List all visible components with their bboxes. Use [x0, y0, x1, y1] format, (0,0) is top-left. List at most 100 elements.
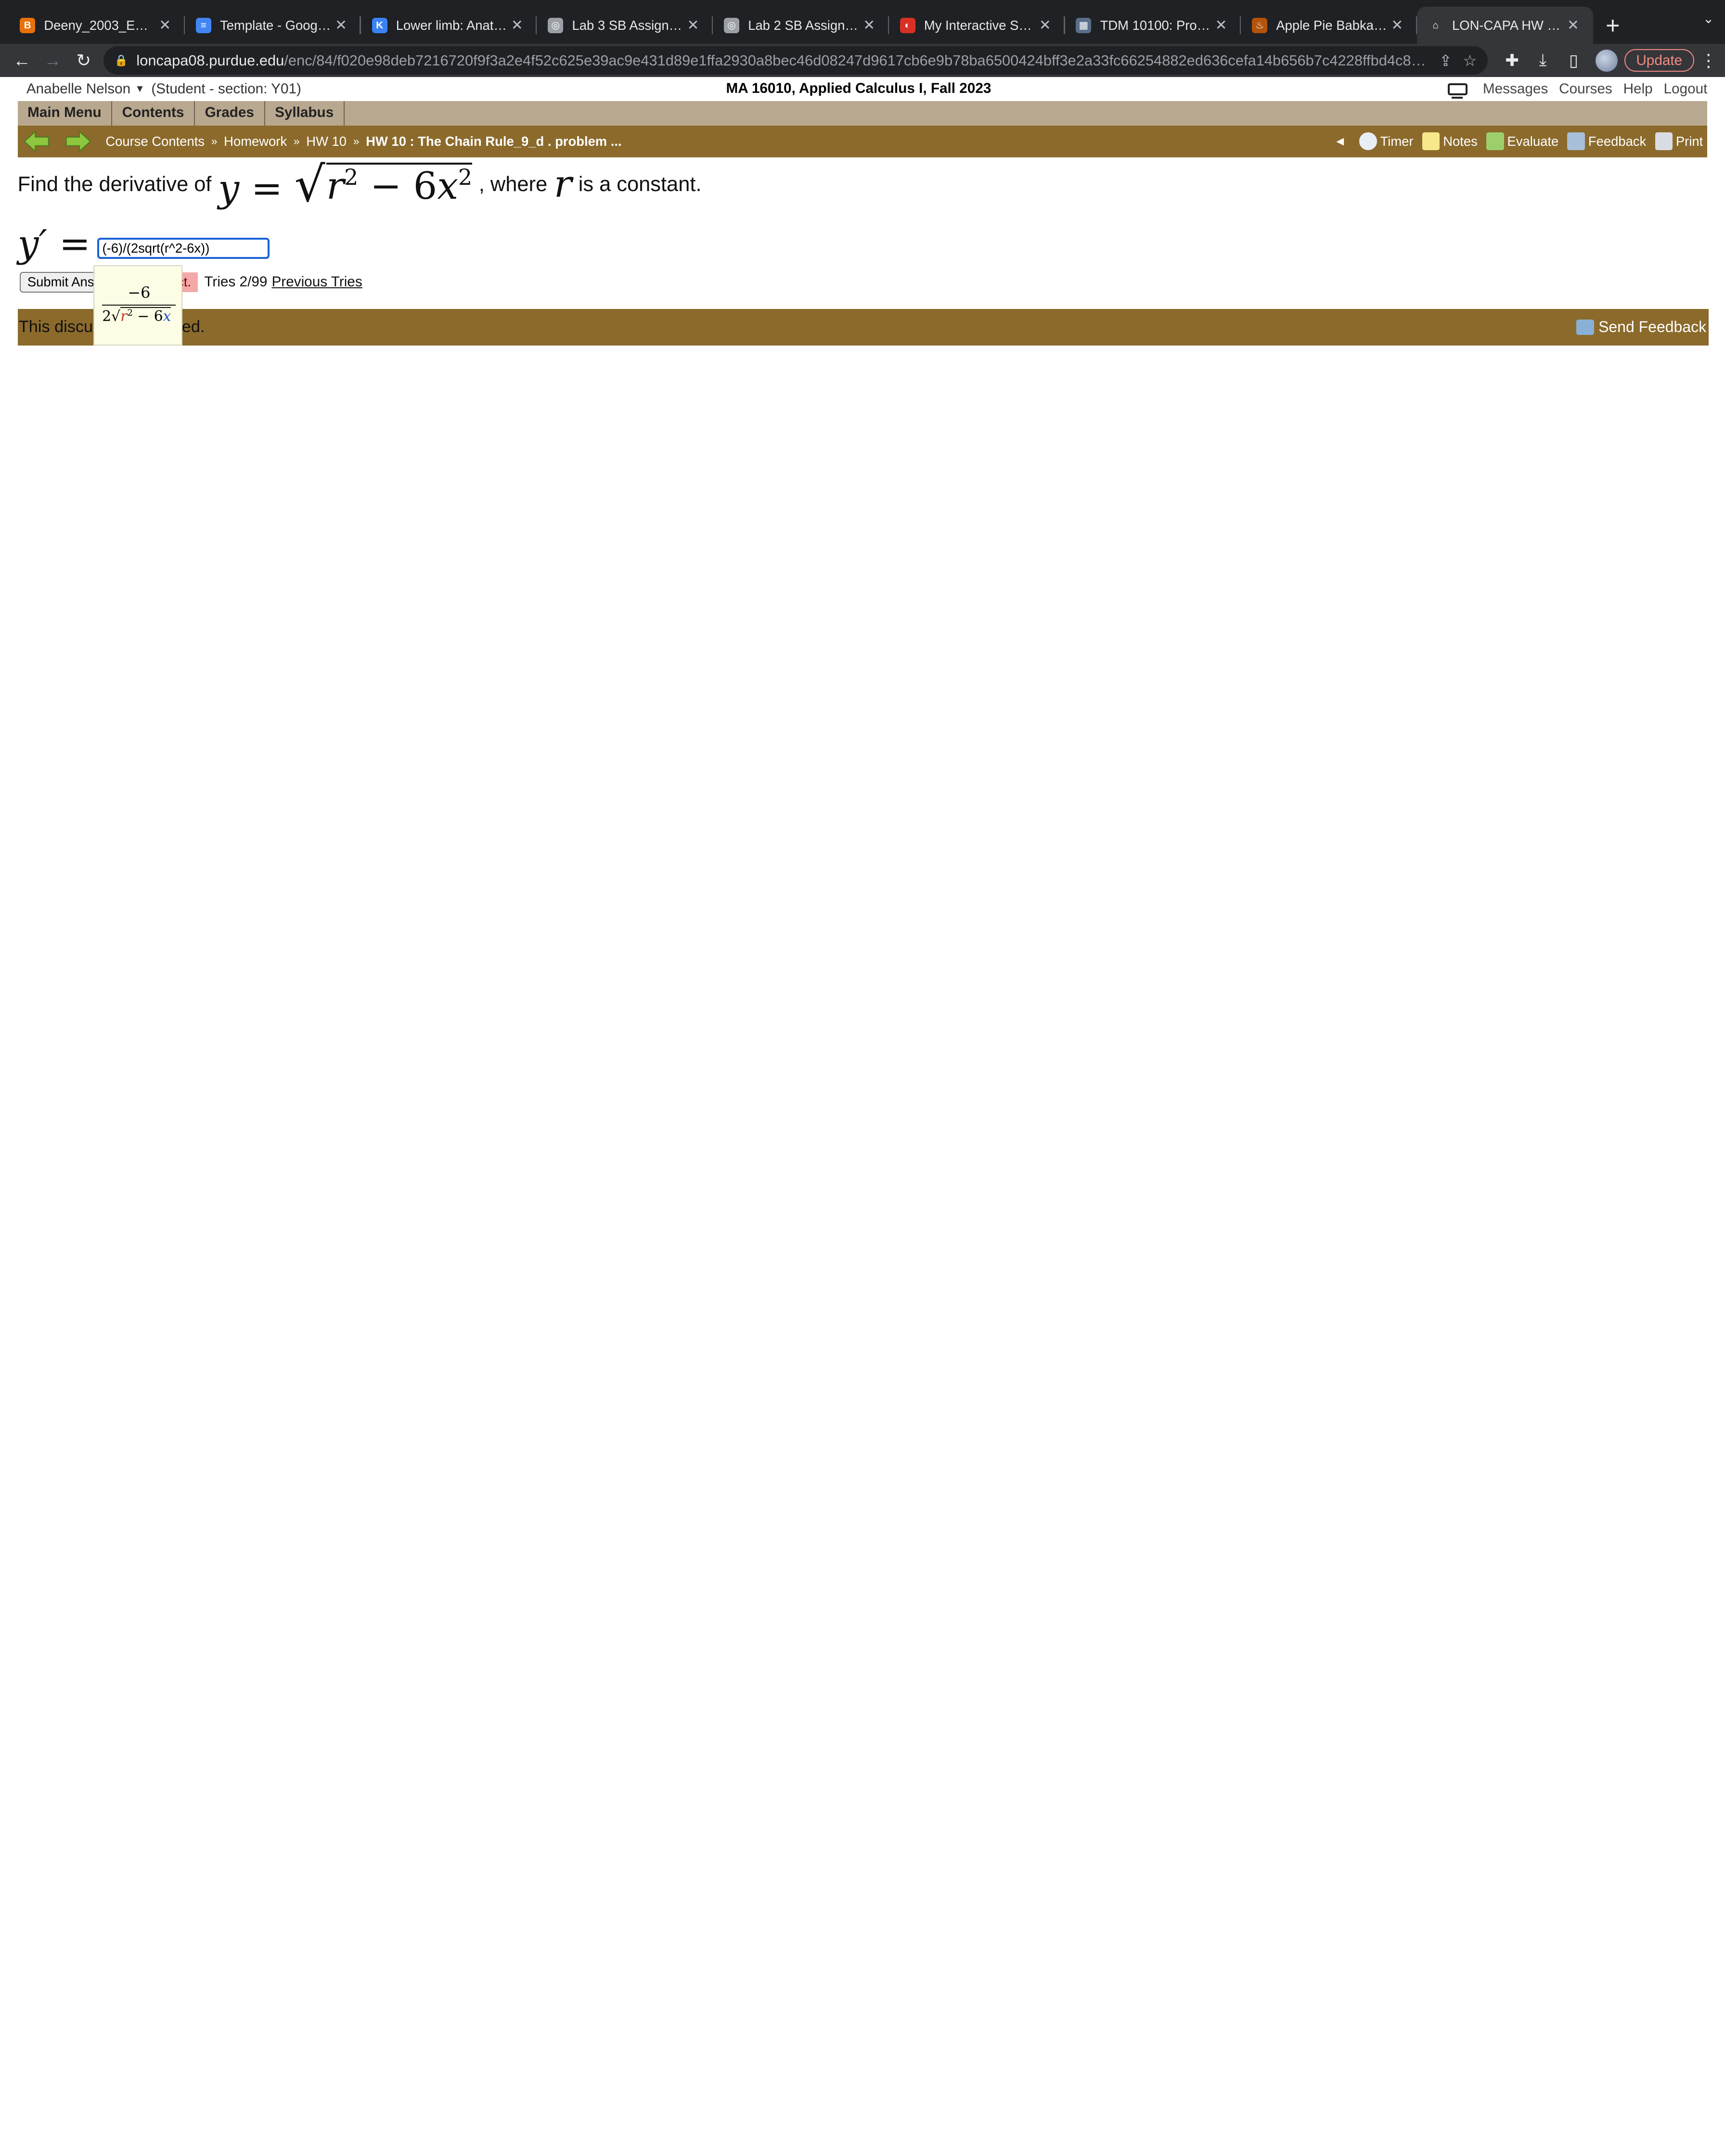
browser-tab[interactable]: ◎ Lab 2 SB Assignment✕: [713, 7, 889, 44]
browser-tab[interactable]: ≡ Template - Google Docs✕: [185, 7, 361, 44]
reload-icon[interactable]: ↻: [68, 50, 99, 71]
answer-line: y′ =: [18, 222, 270, 266]
browser-tab[interactable]: ⌂ LON-CAPA HW 10:The✕: [1416, 6, 1593, 44]
preview-fraction-bar: [102, 304, 176, 306]
tool-notes[interactable]: Notes: [1422, 132, 1478, 150]
profile-avatar[interactable]: [1596, 49, 1618, 72]
side-panel-icon[interactable]: ▯: [1558, 51, 1589, 70]
crumb-hw10[interactable]: HW 10: [306, 134, 347, 149]
chevron-right-icon: »: [293, 135, 300, 148]
close-tab-icon[interactable]: ✕: [508, 17, 526, 34]
messages-link[interactable]: Messages: [1483, 81, 1548, 97]
tab-favicon-icon: ◎: [723, 17, 739, 33]
tool-feedback-label: Feedback: [1588, 133, 1647, 149]
next-arrow-icon[interactable]: [64, 130, 92, 153]
menu-main-menu[interactable]: Main Menu: [18, 101, 113, 126]
close-tab-icon[interactable]: ✕: [1036, 17, 1054, 34]
problem-statement: Find the derivative of y = √ r2 − 6x2 , w…: [18, 156, 702, 213]
breadcrumb: Course Contents » Homework » HW 10 » HW …: [105, 134, 621, 149]
menu-contents[interactable]: Contents: [112, 101, 195, 126]
tab-title: LON-CAPA HW 10:The: [1452, 17, 1565, 33]
tab-title: Apple Pie Babka Recipe: [1276, 17, 1388, 33]
crumb-course-contents[interactable]: Course Contents: [105, 134, 205, 149]
breadcrumb-bar: Course Contents » Homework » HW 10 » HW …: [17, 125, 1708, 157]
browser-tab[interactable]: ♨ Apple Pie Babka Recipe✕: [1241, 7, 1417, 44]
tool-feedback[interactable]: Feedback: [1567, 132, 1646, 150]
evaluate-icon: [1486, 132, 1504, 150]
variable-r: r: [554, 163, 572, 206]
resource-tools: ◀ Timer Notes Evaluate Feedback Print: [1336, 132, 1707, 150]
lock-icon[interactable]: 🔒: [115, 54, 128, 67]
feedback-icon: [1567, 132, 1585, 150]
more-menu-icon[interactable]: ⋮: [1699, 50, 1718, 71]
previous-tries-link[interactable]: Previous Tries: [272, 274, 362, 290]
download-icon[interactable]: ⤓: [1527, 51, 1558, 70]
collapse-left-icon[interactable]: ◀: [1336, 135, 1344, 147]
notepad-icon: [1422, 132, 1440, 150]
back-icon[interactable]: ←: [7, 51, 38, 71]
send-feedback-link[interactable]: Send Feedback: [1576, 318, 1708, 336]
user-bar: Anabelle Nelson ▼ (Student - section: Y0…: [0, 77, 1725, 101]
close-tab-icon[interactable]: ✕: [1564, 17, 1582, 34]
menu-syllabus[interactable]: Syllabus: [265, 101, 345, 126]
logout-link[interactable]: Logout: [1664, 81, 1708, 97]
chevron-right-icon: »: [353, 135, 360, 148]
close-tab-icon[interactable]: ✕: [860, 17, 878, 34]
forward-icon[interactable]: →: [38, 51, 68, 71]
new-tab-button[interactable]: +: [1593, 7, 1633, 44]
tab-search-icon[interactable]: ⌄: [1703, 11, 1714, 26]
tab-favicon-icon: ⌂: [1428, 17, 1443, 33]
tool-evaluate[interactable]: Evaluate: [1486, 132, 1558, 150]
help-link[interactable]: Help: [1623, 81, 1653, 97]
browser-tab[interactable]: ◎ Lab 3 SB Assignment✕: [537, 7, 713, 44]
address-bar[interactable]: 🔒 loncapa08.purdue.edu /enc/84/f020e98de…: [103, 46, 1488, 75]
preview-den-coef: 2: [102, 308, 112, 325]
url-path: /enc/84/f020e98deb7216720f9f3a2e4f52c625…: [284, 51, 1429, 69]
browser-tab[interactable]: ▦ TDM 10100: Project 4✕: [1065, 7, 1241, 44]
tab-title: Deeny_2003_EEGcoh: [44, 17, 156, 33]
printer-icon: [1655, 132, 1673, 150]
share-icon[interactable]: ⇪: [1439, 51, 1452, 70]
browser-tab[interactable]: K Lower limb: Anatomy ✕: [361, 7, 537, 44]
monitor-icon[interactable]: [1447, 83, 1468, 99]
prompt-start: Find the derivative of: [17, 172, 212, 196]
send-feedback-icon: [1576, 319, 1594, 335]
preview-x: x: [163, 308, 171, 325]
tool-timer[interactable]: Timer: [1359, 132, 1414, 150]
submission-row: Submit Answer Incorrect. Tries 2/99 Prev…: [20, 271, 362, 293]
send-feedback-label: Send Feedback: [1598, 318, 1707, 336]
tab-favicon-icon: ◎: [548, 17, 564, 33]
close-tab-icon[interactable]: ✕: [156, 17, 174, 34]
courses-link[interactable]: Courses: [1559, 81, 1612, 97]
tab-title: TDM 10100: Project 4: [1100, 17, 1212, 33]
tool-print-label: Print: [1675, 133, 1703, 149]
close-tab-icon[interactable]: ✕: [1212, 17, 1230, 34]
browser-tab[interactable]: B Deeny_2003_EEGcoh✕: [9, 7, 185, 44]
user-menu-caret-icon[interactable]: ▼: [135, 83, 144, 95]
extensions-icon[interactable]: ✚: [1496, 51, 1527, 70]
bookmark-star-icon[interactable]: ☆: [1463, 51, 1477, 70]
user-name[interactable]: Anabelle Nelson: [26, 81, 130, 97]
tab-list: BDeeny_2003_EEGcoh✕≡Template - Google Do…: [9, 6, 1593, 44]
answer-input[interactable]: [97, 238, 270, 259]
browser-tab[interactable]: ◐ My Interactive Session✕: [889, 7, 1065, 44]
chevron-right-icon: »: [211, 135, 218, 148]
menu-grades[interactable]: Grades: [195, 101, 265, 126]
update-button[interactable]: Update: [1624, 49, 1694, 72]
tab-favicon-icon: B: [20, 17, 36, 33]
close-tab-icon[interactable]: ✕: [1389, 17, 1406, 34]
close-tab-icon[interactable]: ✕: [684, 17, 702, 34]
crumb-homework[interactable]: Homework: [224, 134, 287, 149]
close-tab-icon[interactable]: ✕: [332, 17, 350, 34]
top-links: Messages Courses Help Logout: [1447, 81, 1708, 99]
browser-tab-strip: BDeeny_2003_EEGcoh✕≡Template - Google Do…: [0, 0, 1725, 44]
tab-title: Lab 2 SB Assignment: [748, 17, 860, 33]
tool-evaluate-label: Evaluate: [1507, 133, 1559, 149]
tool-print[interactable]: Print: [1655, 132, 1703, 150]
browser-toolbar: ← → ↻ 🔒 loncapa08.purdue.edu /enc/84/f02…: [0, 44, 1725, 77]
preview-numerator: −6: [128, 283, 151, 302]
previous-arrow-icon[interactable]: [22, 130, 51, 153]
course-title: MA 16010, Applied Calculus I, Fall 2023: [726, 80, 991, 96]
tab-favicon-icon: ◐: [900, 17, 915, 33]
y-prime-label: y′ =: [17, 222, 90, 266]
